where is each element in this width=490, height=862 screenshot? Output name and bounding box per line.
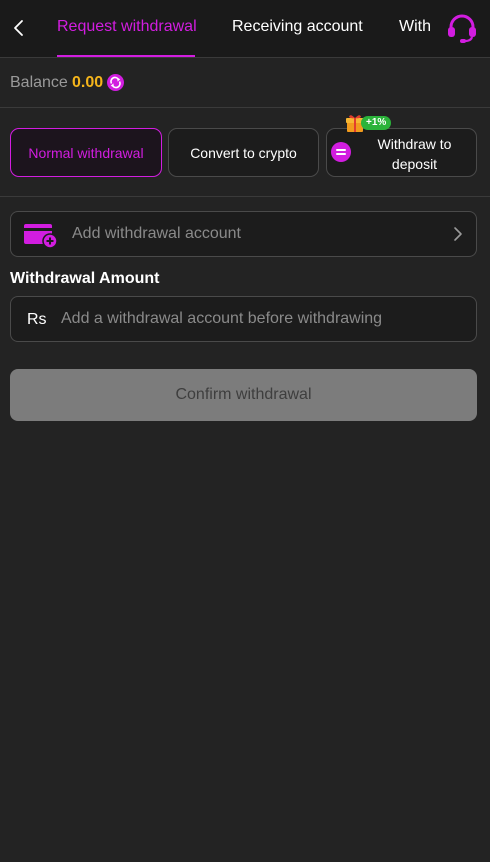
withdraw-to-deposit-button[interactable]: Withdraw to deposit bbox=[326, 128, 477, 177]
withdrawal-amount-title: Withdrawal Amount bbox=[10, 270, 160, 287]
card-add-icon bbox=[24, 224, 58, 248]
amount-field: Rs bbox=[10, 296, 477, 342]
normal-withdrawal-button[interactable]: Normal withdrawal bbox=[10, 128, 162, 177]
withdrawal-methods: Normal withdrawal Convert to crypto With… bbox=[0, 108, 490, 197]
convert-to-crypto-button[interactable]: Convert to crypto bbox=[168, 128, 319, 177]
confirm-withdrawal-button[interactable]: Confirm withdrawal bbox=[10, 369, 477, 421]
tab-request-withdrawal[interactable]: Request withdrawal bbox=[57, 18, 197, 36]
balance-row: Balance 0.00 bbox=[0, 58, 490, 108]
add-withdrawal-account-button[interactable]: Add withdrawal account bbox=[10, 211, 477, 257]
headset-icon[interactable] bbox=[445, 12, 479, 44]
tab-receiving-account[interactable]: Receiving account bbox=[232, 18, 363, 36]
balance-value: 0.00 bbox=[72, 74, 104, 91]
add-account-label: Add withdrawal account bbox=[72, 225, 241, 242]
chevron-right-icon bbox=[454, 227, 462, 241]
bonus-badge: +1% bbox=[361, 116, 392, 130]
active-tab-indicator bbox=[57, 55, 195, 57]
refresh-icon[interactable] bbox=[107, 74, 124, 91]
withdraw-to-deposit-label: Withdraw to deposit bbox=[377, 136, 452, 172]
back-arrow-icon[interactable] bbox=[8, 14, 30, 42]
balance-label: Balance bbox=[10, 74, 68, 91]
amount-input[interactable] bbox=[61, 305, 466, 333]
tab-withdrawal-records[interactable]: With bbox=[399, 18, 431, 36]
deposit-icon bbox=[331, 142, 351, 162]
currency-label: Rs bbox=[27, 311, 47, 328]
top-nav: Request withdrawal Receiving account Wit… bbox=[0, 0, 490, 58]
